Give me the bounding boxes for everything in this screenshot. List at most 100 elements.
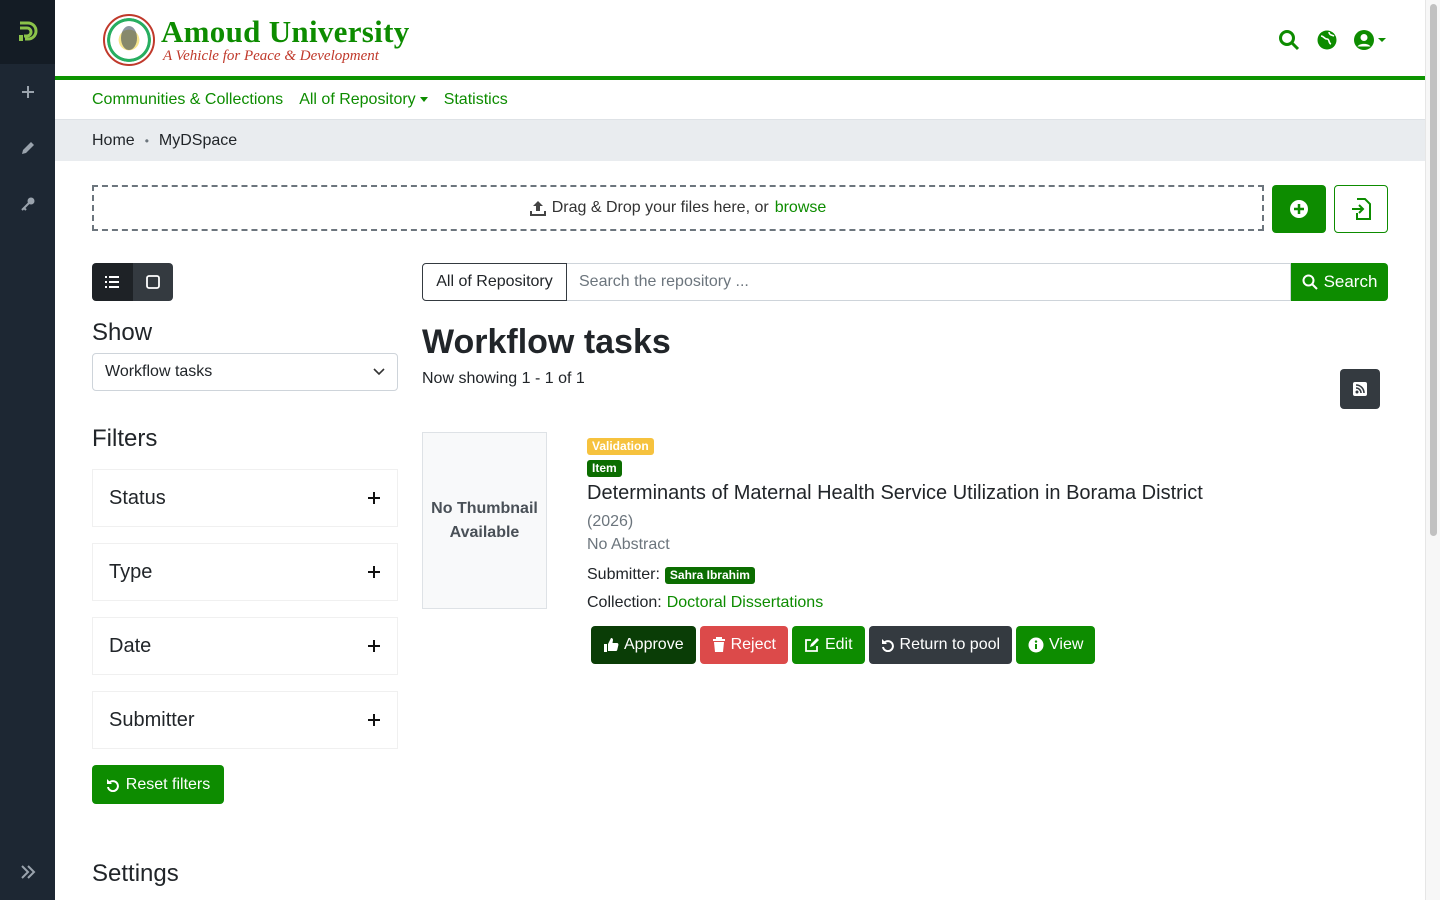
show-select[interactable]: Workflow tasks bbox=[92, 353, 398, 391]
filter-date[interactable]: Date bbox=[92, 617, 398, 675]
dropzone-text: Drag & Drop your files here, or bbox=[551, 199, 769, 216]
view-mode-toggle bbox=[92, 263, 173, 301]
approve-label: Approve bbox=[624, 636, 684, 653]
filter-status[interactable]: Status bbox=[92, 469, 398, 527]
new-item-button[interactable] bbox=[0, 64, 55, 120]
filter-submitter-label: Submitter bbox=[109, 708, 195, 731]
submitter-badge: Sahra Ibrahim bbox=[664, 566, 755, 584]
approve-button[interactable]: Approve bbox=[591, 626, 696, 664]
item-abstract: No Abstract bbox=[587, 536, 670, 553]
return-to-pool-label: Return to pool bbox=[899, 636, 1001, 653]
edit-button[interactable]: Edit bbox=[791, 626, 865, 664]
filter-status-label: Status bbox=[109, 486, 166, 509]
filter-type[interactable]: Type bbox=[92, 543, 398, 601]
search-input[interactable]: Search the repository ... bbox=[567, 263, 1291, 301]
reject-label: Reject bbox=[730, 636, 776, 653]
nav-all-repository-label: All of Repository bbox=[299, 90, 416, 108]
reset-filters-button[interactable]: Reset filters bbox=[92, 765, 224, 804]
search-button[interactable]: Search bbox=[1291, 263, 1388, 301]
nav-statistics[interactable]: Statistics bbox=[444, 91, 508, 109]
undo-icon bbox=[881, 639, 894, 652]
reset-filters-label: Reset filters bbox=[125, 775, 211, 793]
brand-tagline: A Vehicle for Peace & Development bbox=[163, 48, 379, 64]
chevron-down-icon bbox=[373, 368, 385, 376]
breadcrumb: Home • MyDSpace bbox=[55, 120, 1425, 161]
filter-submitter[interactable]: Submitter bbox=[92, 691, 398, 749]
undo-icon bbox=[106, 778, 119, 792]
filter-date-label: Date bbox=[109, 634, 152, 657]
list-view-button[interactable] bbox=[92, 263, 133, 301]
collection-link[interactable]: Doctoral Dissertations bbox=[667, 594, 824, 612]
breadcrumb-home[interactable]: Home bbox=[92, 132, 135, 150]
university-seal bbox=[103, 14, 155, 66]
brand-name: Amoud University bbox=[161, 14, 410, 49]
import-button[interactable] bbox=[1334, 185, 1388, 233]
double-chevron-right-icon bbox=[20, 865, 35, 879]
search-icon[interactable] bbox=[1277, 28, 1301, 52]
access-control-button[interactable] bbox=[0, 176, 55, 232]
brand-text: Amoud University A Vehicle for Peace & D… bbox=[161, 14, 410, 65]
list-icon bbox=[105, 276, 120, 288]
file-import-icon bbox=[1352, 198, 1371, 220]
edit-menu-button[interactable] bbox=[0, 120, 55, 176]
plus-icon bbox=[368, 714, 380, 726]
filters-title: Filters bbox=[92, 425, 158, 452]
rss-feed-button[interactable] bbox=[1340, 369, 1380, 409]
collection-label: Collection: bbox=[587, 594, 662, 611]
view-button[interactable]: View bbox=[1016, 626, 1096, 664]
breadcrumb-current: MyDSpace bbox=[158, 131, 238, 149]
globe-icon[interactable] bbox=[1315, 28, 1339, 52]
brand-logo[interactable]: Amoud University A Vehicle for Peace & D… bbox=[103, 14, 410, 66]
page-scrollbar[interactable] bbox=[1425, 0, 1440, 900]
edit-icon bbox=[805, 638, 819, 652]
reject-button[interactable]: Reject bbox=[699, 626, 788, 664]
nav-communities[interactable]: Communities & Collections bbox=[92, 91, 283, 109]
workflow-actions: Approve Reject Edit Return to pool View bbox=[591, 626, 1367, 664]
submitter-label: Submitter: bbox=[587, 566, 660, 583]
item-date: (2026) bbox=[587, 513, 634, 530]
sidebar-filters: Show Workflow tasks Filters Status Type … bbox=[92, 263, 398, 804]
user-menu-icon[interactable] bbox=[1353, 28, 1387, 52]
collection-row: Collection: Doctoral Dissertations bbox=[587, 594, 1367, 612]
thumbs-up-icon bbox=[604, 638, 619, 652]
item-title[interactable]: Determinants of Maternal Health Service … bbox=[587, 481, 1367, 505]
main-navbar: Communities & Collections All of Reposit… bbox=[55, 80, 1425, 120]
breadcrumb-separator: • bbox=[144, 133, 149, 148]
nav-all-repository[interactable]: All of Repository bbox=[299, 91, 428, 109]
settings-title: Settings bbox=[92, 860, 179, 887]
file-dropzone[interactable]: Drag & Drop your files here, or browse bbox=[92, 185, 1264, 231]
type-badge: Item bbox=[587, 460, 622, 477]
view-label: View bbox=[1049, 636, 1084, 653]
plus-circle-icon bbox=[1290, 200, 1308, 218]
filter-type-label: Type bbox=[109, 560, 153, 583]
show-title: Show bbox=[92, 319, 153, 346]
search-scope-button[interactable]: All of Repository bbox=[422, 263, 567, 301]
search-bar: All of Repository Search the repository … bbox=[422, 263, 1388, 301]
browse-link[interactable]: browse bbox=[775, 199, 827, 217]
rss-icon bbox=[1353, 382, 1367, 396]
result-body: Validation Item Determinants of Maternal… bbox=[587, 437, 1367, 664]
status-badge: Validation bbox=[587, 438, 654, 455]
thumbnail-placeholder: No Thumbnail Available bbox=[422, 432, 547, 609]
upload-icon bbox=[529, 201, 546, 216]
dspace-logo[interactable] bbox=[0, 0, 55, 64]
edit-label: Edit bbox=[824, 636, 853, 653]
page-title: Workflow tasks bbox=[422, 323, 671, 361]
scrollbar-thumb[interactable] bbox=[1430, 4, 1437, 536]
info-circle-icon bbox=[1028, 637, 1044, 653]
key-icon bbox=[20, 197, 34, 211]
caret-down-icon bbox=[419, 97, 428, 102]
sidebar-expand-button[interactable] bbox=[0, 856, 55, 888]
submitter-row: Submitter: Sahra Ibrahim bbox=[587, 566, 1367, 584]
plus-icon bbox=[368, 492, 380, 504]
header-icons bbox=[1277, 28, 1387, 52]
plus-icon bbox=[21, 86, 34, 98]
grid-view-button[interactable] bbox=[132, 263, 173, 301]
header: Amoud University A Vehicle for Peace & D… bbox=[55, 0, 1425, 80]
return-to-pool-button[interactable]: Return to pool bbox=[868, 626, 1013, 664]
trash-icon bbox=[712, 637, 725, 652]
admin-sidebar bbox=[0, 0, 55, 900]
square-icon bbox=[145, 275, 160, 289]
new-submission-button[interactable] bbox=[1272, 185, 1326, 233]
results-count: Now showing 1 - 1 of 1 bbox=[422, 370, 585, 387]
